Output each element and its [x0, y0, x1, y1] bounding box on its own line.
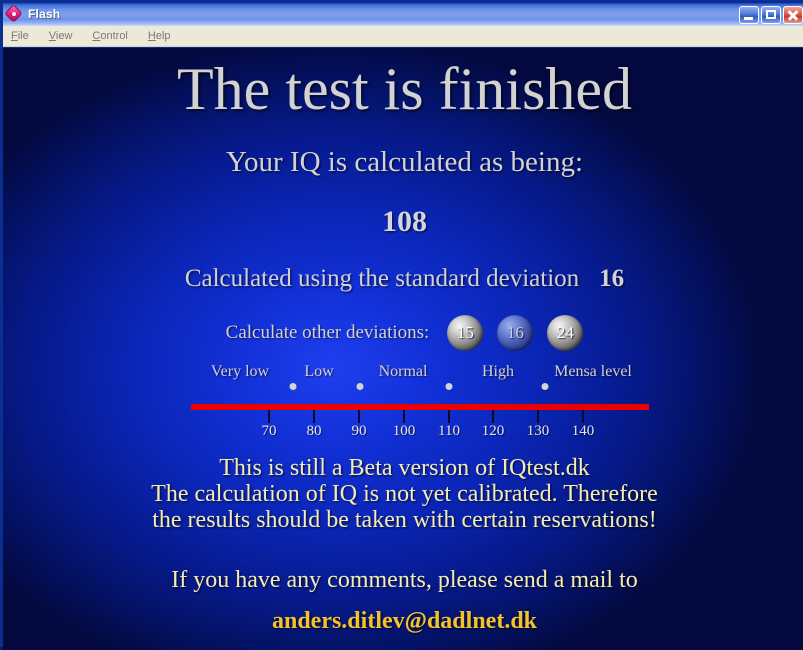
standard-deviation-line: Calculated using the standard deviation 1…	[3, 265, 803, 293]
contact-line: If you have any comments, please send a …	[171, 567, 638, 593]
menu-item-help[interactable]: Help	[146, 28, 179, 44]
menu-item-view[interactable]: View	[47, 28, 81, 44]
scale-tick-label: 90	[351, 423, 367, 439]
standard-deviation-label: Calculated using the standard deviation	[184, 265, 580, 292]
other-deviations-row: Calculate other deviations: 15 16 24	[3, 315, 803, 351]
contact-email-link[interactable]: anders.ditlev@dadlnet.dk	[3, 608, 803, 635]
title-bar: Flash	[3, 3, 803, 26]
window-title: Flash	[28, 7, 61, 21]
flash-stage: The test is finished Your IQ is calculat…	[3, 48, 803, 650]
scale-boundary-dot	[356, 383, 364, 390]
scale-tick-label: 100	[392, 423, 416, 439]
scale-tick	[448, 410, 450, 423]
scale-tick-label: 120	[481, 423, 505, 439]
maximize-button[interactable]	[761, 5, 781, 24]
scale-category-high: High	[482, 363, 514, 380]
scale-tick	[403, 410, 405, 423]
iq-scale-bar	[191, 404, 649, 410]
scale-tick-label: 140	[571, 423, 595, 439]
beta-notice-line-2: The calculation of IQ is not yet calibra…	[151, 481, 658, 507]
menu-bar: File View Control Help	[3, 26, 803, 47]
scale-tick	[313, 410, 315, 423]
deviation-button-24[interactable]: 24	[547, 315, 584, 351]
deviation-button-15-label: 15	[456, 323, 474, 342]
deviation-button-16-label: 16	[506, 323, 524, 342]
deviation-button-16[interactable]: 16	[497, 315, 534, 351]
scale-tick-label: 110	[438, 423, 460, 439]
scale-tick-label: 70	[261, 423, 277, 439]
beta-notice-line-3: the results should be taken with certain…	[152, 507, 657, 533]
scale-tick	[358, 410, 360, 423]
deviation-button-24-label: 24	[556, 323, 574, 342]
beta-notice: This is still a Beta version of IQtest.d…	[3, 455, 803, 533]
scale-tick	[492, 410, 494, 423]
scale-boundary-dot	[541, 383, 549, 390]
menu-item-control[interactable]: Control	[90, 28, 135, 44]
scale-category-normal: Normal	[378, 363, 428, 380]
flash-diamond-icon	[5, 5, 23, 23]
scale-boundary-dot	[445, 383, 453, 390]
scale-tick-label: 80	[306, 423, 322, 439]
scale-tick	[537, 410, 539, 423]
scale-boundary-dot	[289, 383, 297, 390]
standard-deviation-value: 16	[599, 265, 625, 292]
deviation-button-15[interactable]: 15	[447, 315, 484, 351]
other-deviations-label: Calculate other deviations:	[225, 322, 430, 343]
minimize-button[interactable]	[739, 5, 759, 24]
iq-score-value: 108	[382, 205, 427, 238]
menu-item-file[interactable]: File	[9, 28, 37, 44]
scale-tick	[268, 410, 270, 423]
window-controls	[737, 5, 803, 24]
close-button[interactable]	[783, 5, 803, 24]
scale-tick	[582, 410, 584, 423]
page-title: The test is finished	[177, 56, 632, 122]
scale-tick-label: 130	[526, 423, 550, 439]
scale-category-low: Low	[304, 363, 334, 380]
iq-subtitle: Your IQ is calculated as being:	[225, 146, 584, 178]
iq-scale-chart: Very low Low Normal High Mensa level 70 …	[3, 363, 803, 443]
scale-category-mensa-level: Mensa level	[554, 363, 632, 380]
flash-player-window: Flash File View Control Help The test is…	[0, 0, 803, 650]
beta-notice-line-1: This is still a Beta version of IQtest.d…	[219, 455, 590, 481]
scale-category-very-low: Very low	[210, 363, 270, 380]
